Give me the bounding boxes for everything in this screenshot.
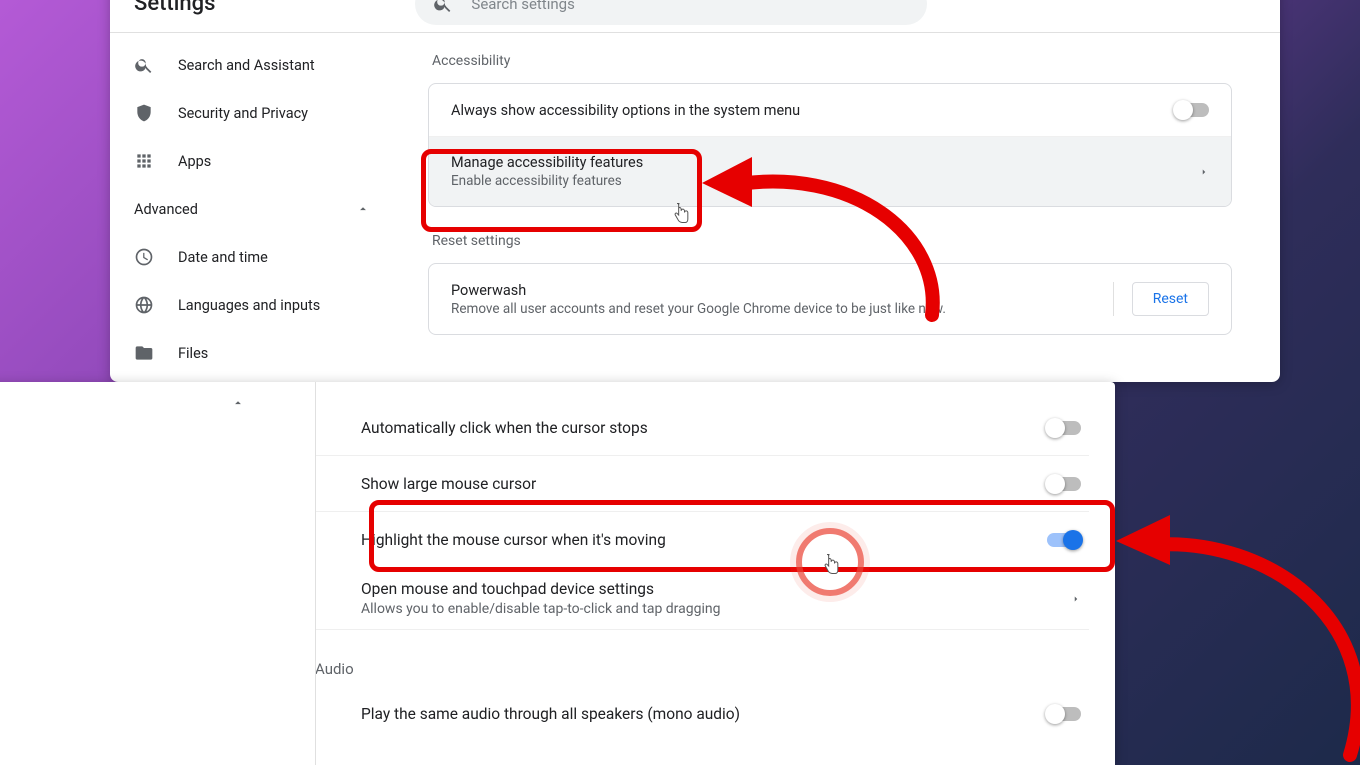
- sidebar-divider: [315, 382, 316, 765]
- sidebar-item-label: Security and Privacy: [178, 105, 308, 122]
- row-show-accessibility-options[interactable]: Always show accessibility options in the…: [429, 84, 1231, 136]
- row-autoclick[interactable]: Automatically click when the cursor stop…: [315, 400, 1089, 456]
- apps-icon: [134, 151, 154, 171]
- row-mono-audio[interactable]: Play the same audio through all speakers…: [315, 686, 1089, 742]
- toggle-mono-audio[interactable]: [1047, 707, 1081, 721]
- row-label: Show large mouse cursor: [361, 475, 536, 493]
- row-manage-accessibility[interactable]: Manage accessibility features Enable acc…: [429, 136, 1231, 206]
- row-label: Open mouse and touchpad device settings: [361, 580, 720, 598]
- sidebar-item-security-clipped[interactable]: ecurity: [0, 502, 315, 548]
- search-placeholder: Search settings: [471, 0, 574, 13]
- clock-icon: [134, 247, 154, 267]
- row-label: Always show accessibility options in the…: [451, 102, 800, 119]
- sidebar-item-security[interactable]: Security and Privacy: [110, 89, 400, 137]
- sidebar-item-s-clipped[interactable]: s: [0, 724, 315, 765]
- search-input[interactable]: Search settings: [415, 0, 927, 25]
- annotation-arrow-2: [1110, 505, 1360, 765]
- sidebar-item-label: Languages and inputs: [178, 297, 320, 314]
- collapse-icon[interactable]: [0, 396, 315, 426]
- chevron-up-icon: [356, 202, 370, 216]
- sidebar-item-search-assistant[interactable]: Search and Assistant: [110, 41, 400, 89]
- main-panel: Accessibility Always show accessibility …: [400, 33, 1280, 382]
- reset-button[interactable]: Reset: [1132, 282, 1209, 316]
- sidebar-advanced-toggle[interactable]: Advanced: [110, 185, 400, 233]
- row-label: Manage accessibility features: [451, 154, 643, 171]
- sidebar-item-date-time[interactable]: Date and time: [110, 233, 400, 281]
- sidebar-item-label: Files: [178, 345, 208, 362]
- folder-icon: [134, 343, 154, 363]
- sidebar: Search and Assistant Security and Privac…: [110, 33, 400, 382]
- sidebar-item-apps[interactable]: Apps: [110, 137, 400, 185]
- sidebar-advanced-label: Advanced: [134, 201, 198, 218]
- chevron-up-icon: [231, 396, 245, 410]
- sidebar-item-label: Date and time: [178, 249, 268, 266]
- sidebar-item-inputs-clipped[interactable]: nd input: [0, 548, 315, 594]
- accessibility-card: Always show accessibility options in the…: [428, 83, 1232, 207]
- row-label: Powerwash: [451, 282, 946, 299]
- chevron-right-icon: [1199, 167, 1209, 177]
- sidebar-item-label: Apps: [178, 153, 211, 170]
- globe-icon: [134, 295, 154, 315]
- sidebar-partial: x ecurity nd input s: [0, 382, 315, 765]
- sidebar-item-files[interactable]: Files: [110, 329, 400, 377]
- section-title-audio: Audio: [315, 660, 1089, 678]
- main-panel-mouse: Automatically click when the cursor stop…: [315, 382, 1115, 765]
- row-sublabel: Remove all user accounts and reset your …: [451, 301, 946, 317]
- header: Settings Search settings: [110, 0, 1280, 33]
- sidebar-item-languages[interactable]: Languages and inputs: [110, 281, 400, 329]
- sidebar-item-label-clipped[interactable]: x: [0, 456, 315, 502]
- row-label: Play the same audio through all speakers…: [361, 705, 740, 723]
- page-title: Settings: [134, 0, 215, 16]
- settings-window-top: Settings Search settings Search and Assi…: [110, 0, 1280, 382]
- toggle-large-cursor[interactable]: [1047, 477, 1081, 491]
- reset-card: Powerwash Remove all user accounts and r…: [428, 263, 1232, 335]
- row-powerwash: Powerwash Remove all user accounts and r…: [429, 264, 1231, 334]
- search-icon: [433, 0, 453, 14]
- row-sublabel: Enable accessibility features: [451, 173, 643, 189]
- toggle-highlight-cursor[interactable]: [1047, 533, 1081, 547]
- chevron-right-icon: [1071, 594, 1081, 604]
- sidebar-item-label: Search and Assistant: [178, 57, 315, 74]
- row-label: Automatically click when the cursor stop…: [361, 419, 648, 437]
- divider: [1113, 282, 1114, 316]
- settings-window-bottom: x ecurity nd input s Automatically click…: [0, 382, 1115, 765]
- row-highlight-cursor[interactable]: Highlight the mouse cursor when it's mov…: [315, 512, 1089, 568]
- section-title-accessibility: Accessibility: [432, 53, 1232, 69]
- row-open-mouse-settings[interactable]: Open mouse and touchpad device settings …: [315, 568, 1089, 630]
- row-sublabel: Allows you to enable/disable tap-to-clic…: [361, 601, 720, 617]
- row-label: Highlight the mouse cursor when it's mov…: [361, 531, 666, 549]
- toggle-show-accessibility-options[interactable]: [1175, 103, 1209, 117]
- section-title-reset: Reset settings: [432, 233, 1232, 249]
- row-large-cursor[interactable]: Show large mouse cursor: [315, 456, 1089, 512]
- search-icon: [134, 55, 154, 75]
- shield-icon: [134, 103, 154, 123]
- toggle-autoclick[interactable]: [1047, 421, 1081, 435]
